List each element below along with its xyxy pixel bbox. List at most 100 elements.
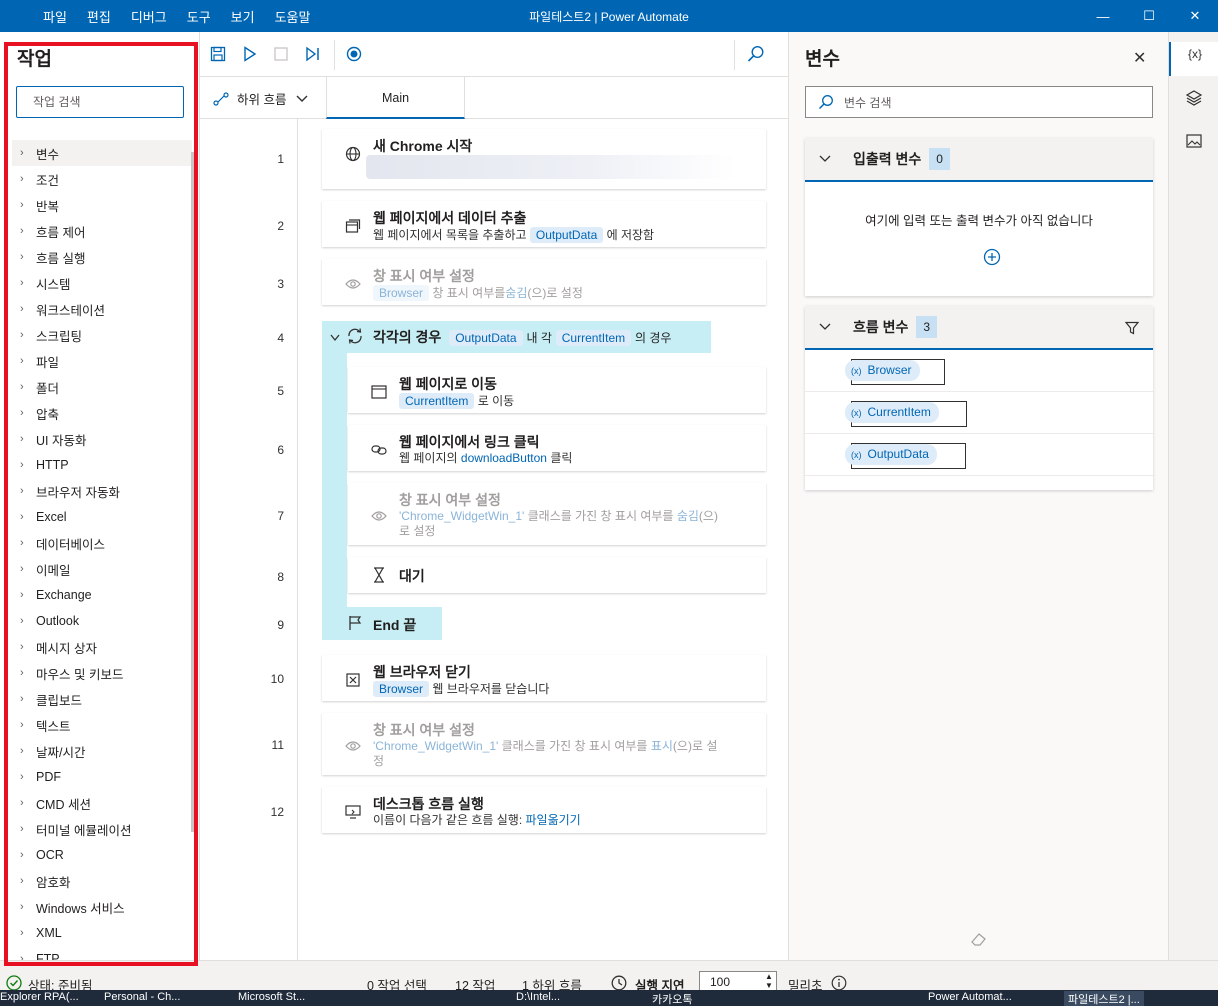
close-icon[interactable]: ✕ bbox=[1133, 48, 1146, 68]
action-category-item[interactable]: › Windows 서비스 bbox=[12, 894, 192, 920]
step-set-window-visibility[interactable]: 창 표시 여부 설정 'Chrome_WidgetWin_1' 클래스를 가진 … bbox=[322, 713, 766, 775]
taskbar-item[interactable]: Explorer RPA(... bbox=[0, 991, 79, 1003]
io-variables-header[interactable]: 입출력 변수 0 bbox=[805, 138, 1153, 182]
variables-search-input[interactable]: 변수 검색 bbox=[805, 86, 1153, 118]
spin-down-icon[interactable]: ▼ bbox=[765, 981, 773, 990]
minimize-button[interactable]: — bbox=[1080, 0, 1126, 32]
taskbar-item[interactable]: Power Automat... bbox=[928, 991, 1012, 1003]
chevron-down-icon[interactable] bbox=[330, 330, 340, 345]
actions-search-input[interactable]: 작업 검색 bbox=[16, 86, 184, 118]
taskbar-item[interactable]: Personal - Ch... bbox=[104, 991, 180, 1003]
taskbar-item[interactable]: Microsoft St... bbox=[238, 991, 305, 1003]
menu-view[interactable]: 보기 bbox=[221, 7, 265, 26]
close-window-button[interactable]: ✕ bbox=[1172, 0, 1218, 32]
variables-icon[interactable]: {x} bbox=[1169, 42, 1218, 76]
line-number: 10 bbox=[270, 672, 284, 686]
action-category-item[interactable]: › OCR bbox=[12, 842, 192, 868]
chevron-right-icon: › bbox=[20, 251, 24, 263]
status-bar: 상태: 준비됨 0 작업 선택 12 작업 1 하위 흐름 실행 지연 100 … bbox=[0, 960, 1218, 993]
run-icon[interactable] bbox=[240, 44, 260, 64]
spin-up-icon[interactable]: ▲ bbox=[765, 972, 773, 981]
action-category-item[interactable]: › 변수 bbox=[12, 140, 192, 166]
step-end-loop[interactable]: End 끝 bbox=[322, 607, 442, 640]
menu-file[interactable]: 파일 bbox=[33, 7, 77, 26]
action-category-item[interactable]: › 데이터베이스 bbox=[12, 530, 192, 556]
step-set-window-visibility[interactable]: 창 표시 여부 설정 Browser 창 표시 여부를숨김(으)로 설정 bbox=[322, 259, 766, 305]
chevron-right-icon: › bbox=[20, 381, 24, 393]
step-title: 창 표시 여부 설정 bbox=[373, 268, 475, 284]
save-icon[interactable] bbox=[208, 44, 228, 64]
menu-tools[interactable]: 도구 bbox=[177, 7, 221, 26]
stop-icon[interactable] bbox=[271, 44, 291, 64]
step-wait[interactable]: 대기 bbox=[348, 557, 766, 593]
step-launch-chrome[interactable]: 새 Chrome 시작 bbox=[322, 129, 766, 189]
step-description: 'Chrome_WidgetWin_1' 클래스를 가진 창 표시 여부를 숨김… bbox=[399, 509, 718, 539]
action-category-item[interactable]: › UI 자동화 bbox=[12, 426, 192, 452]
action-category-item[interactable]: › 반복 bbox=[12, 192, 192, 218]
taskbar-item-active[interactable]: 파일테스트2 |... bbox=[1064, 991, 1144, 1006]
action-category-item[interactable]: › 폴더 bbox=[12, 374, 192, 400]
ui-elements-icon[interactable] bbox=[1169, 90, 1218, 109]
action-category-item[interactable]: › 암호화 bbox=[12, 868, 192, 894]
add-variable-icon[interactable] bbox=[983, 248, 1001, 269]
action-category-item[interactable]: › CMD 세션 bbox=[12, 790, 192, 816]
action-category-item[interactable]: › 흐름 제어 bbox=[12, 218, 192, 244]
maximize-button[interactable]: ☐ bbox=[1126, 0, 1172, 32]
variable-chip[interactable]: (x) CurrentItem bbox=[845, 402, 939, 423]
step-click-link[interactable]: 웹 페이지에서 링크 클릭 웹 페이지의 downloadButton 클릭 bbox=[348, 425, 766, 471]
action-category-item[interactable]: › 파일 bbox=[12, 348, 192, 374]
action-category-item[interactable]: › 이메일 bbox=[12, 556, 192, 582]
action-category-item[interactable]: › Exchange bbox=[12, 582, 192, 608]
images-icon[interactable] bbox=[1169, 134, 1218, 151]
search-icon[interactable] bbox=[746, 44, 766, 64]
toolbar-divider bbox=[734, 40, 735, 70]
action-category-item[interactable]: › HTTP bbox=[12, 452, 192, 478]
action-category-item[interactable]: › 클립보드 bbox=[12, 686, 192, 712]
step-set-window-visibility[interactable]: 창 표시 여부 설정 'Chrome_WidgetWin_1' 클래스를 가진 … bbox=[348, 483, 766, 545]
action-category-item[interactable]: › 텍스트 bbox=[12, 712, 192, 738]
menu-edit[interactable]: 편집 bbox=[77, 7, 121, 26]
variable-chip[interactable]: (x) OutputData bbox=[845, 444, 937, 465]
action-category-item[interactable]: › 날짜/시간 bbox=[12, 738, 192, 764]
taskbar-item[interactable]: 카카오톡 bbox=[652, 991, 692, 1006]
action-category-item[interactable]: › 브라우저 자동화 bbox=[12, 478, 192, 504]
variable-row[interactable]: (x) OutputData bbox=[805, 434, 1153, 476]
desc-text: 의 경우 bbox=[635, 331, 672, 345]
step-run-desktop-flow[interactable]: 데스크톱 흐름 실행 이름이 다음가 같은 흐름 실행: 파일옮기기 bbox=[322, 787, 766, 833]
step-extract-data[interactable]: 웹 페이지에서 데이터 추출 웹 페이지에서 목록을 추출하고 OutputDa… bbox=[322, 201, 766, 247]
step-next-icon[interactable] bbox=[303, 44, 323, 64]
step-close-browser[interactable]: 웹 브라우저 닫기 Browser 웹 브라우저를 닫습니다 bbox=[322, 655, 766, 701]
eraser-icon[interactable] bbox=[971, 932, 987, 949]
variable-row[interactable]: (x) Browser bbox=[805, 350, 1153, 392]
action-category-item[interactable]: › 터미널 에뮬레이션 bbox=[12, 816, 192, 842]
record-icon[interactable] bbox=[344, 44, 364, 64]
action-category-item[interactable]: › 메시지 상자 bbox=[12, 634, 192, 660]
step-go-to-web-page[interactable]: 웹 페이지로 이동 CurrentItem 로 이동 bbox=[348, 367, 766, 413]
action-category-item[interactable]: › 워크스테이션 bbox=[12, 296, 192, 322]
action-category-item[interactable]: › 흐름 실행 bbox=[12, 244, 192, 270]
action-category-item[interactable]: › 시스템 bbox=[12, 270, 192, 296]
actions-scrollbar[interactable] bbox=[191, 152, 194, 832]
variable-row[interactable]: (x) CurrentItem bbox=[805, 392, 1153, 434]
action-category-item[interactable]: › Excel bbox=[12, 504, 192, 530]
filter-icon[interactable] bbox=[1125, 321, 1139, 335]
desc-text: 로 설정 bbox=[399, 524, 436, 538]
taskbar-item[interactable]: D:\Intel... bbox=[516, 991, 560, 1003]
menu-help[interactable]: 도움말 bbox=[265, 7, 321, 26]
info-icon[interactable] bbox=[831, 975, 847, 991]
action-category-item[interactable]: › XML bbox=[12, 920, 192, 946]
tab-main[interactable]: Main bbox=[326, 77, 465, 119]
action-category-item[interactable]: › 조건 bbox=[12, 166, 192, 192]
action-category-item[interactable]: › 압축 bbox=[12, 400, 192, 426]
subflows-dropdown[interactable]: 하위 흐름 bbox=[213, 89, 308, 108]
desc-text: 창 표시 여부를 bbox=[432, 286, 506, 300]
action-category-item[interactable]: › Outlook bbox=[12, 608, 192, 634]
action-category-item[interactable]: › PDF bbox=[12, 764, 192, 790]
variable-chip[interactable]: (x) Browser bbox=[845, 360, 920, 381]
action-category-item[interactable]: › 마우스 및 키보드 bbox=[12, 660, 192, 686]
flow-variables-header[interactable]: 흐름 변수 3 bbox=[805, 306, 1153, 350]
menu-debug[interactable]: 디버그 bbox=[121, 7, 177, 26]
step-for-each[interactable]: 각각의 경우 OutputData 내 각 CurrentItem 의 경우 bbox=[322, 321, 711, 353]
desc-link: downloadButton bbox=[460, 451, 547, 465]
action-category-item[interactable]: › 스크립팅 bbox=[12, 322, 192, 348]
